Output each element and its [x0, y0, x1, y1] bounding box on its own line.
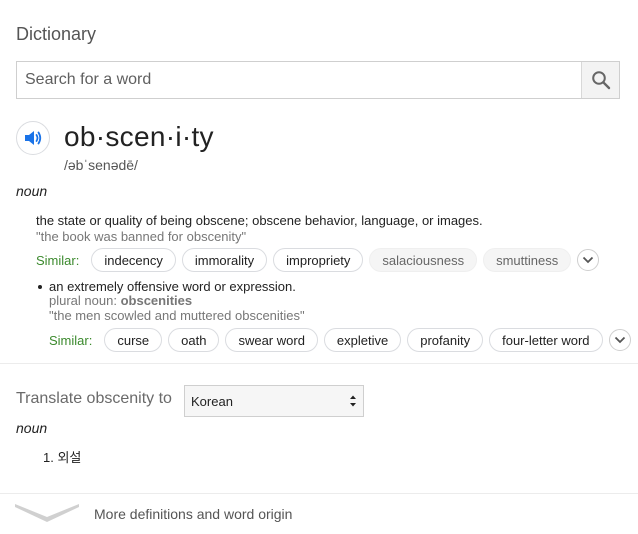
- speaker-icon: [25, 131, 42, 145]
- expand-similar-button[interactable]: [608, 329, 631, 351]
- phonetic-spelling: /əbˈsenədē/: [64, 157, 138, 173]
- part-of-speech: noun: [16, 183, 48, 199]
- search-button[interactable]: [581, 62, 619, 98]
- translation-part-of-speech: noun: [16, 420, 48, 436]
- definition-2: an extremely offensive word or expressio…: [49, 279, 296, 294]
- similar-label: Similar:: [36, 252, 80, 268]
- similar-chip[interactable]: expletive: [323, 328, 402, 352]
- example-1: "the book was banned for obscenity": [36, 229, 247, 244]
- more-definitions-link[interactable]: More definitions and word origin: [94, 506, 292, 522]
- search-icon: [591, 71, 610, 90]
- expand-similar-button[interactable]: [577, 249, 600, 271]
- similar-chip[interactable]: impropriety: [273, 248, 364, 272]
- plural-value: obscenities: [120, 293, 193, 308]
- dictionary-title: Dictionary: [16, 24, 97, 44]
- section-divider: [0, 363, 638, 364]
- similar-chip[interactable]: profanity: [407, 328, 484, 352]
- similar-chip[interactable]: immorality: [181, 248, 268, 272]
- language-select-value: Korean: [191, 393, 233, 409]
- similar-chip[interactable]: four-letter word: [489, 328, 603, 352]
- definition-1: the state or quality of being obscene; o…: [36, 213, 483, 228]
- list-bullet: [38, 285, 42, 289]
- similar-chip[interactable]: indecency: [91, 248, 176, 272]
- similar-row-2: Similar: curse oath swear word expletive…: [49, 328, 631, 352]
- expand-chevron-icon[interactable]: [14, 503, 80, 525]
- translate-label: Translate obscenity to: [16, 390, 172, 407]
- language-select[interactable]: Korean: [184, 385, 364, 417]
- similar-chip[interactable]: salaciousness: [369, 248, 478, 272]
- plural-label: plural noun:: [49, 293, 117, 308]
- similar-chip[interactable]: curse: [104, 328, 163, 352]
- similar-chip[interactable]: oath: [168, 328, 220, 352]
- select-arrows-icon: [350, 395, 356, 407]
- search-input[interactable]: [17, 62, 581, 98]
- pronunciation-audio-button[interactable]: [16, 121, 50, 155]
- translation-item: 1. 외설: [43, 450, 82, 465]
- search-box: [16, 61, 620, 99]
- plural-note: plural noun: obscenities: [49, 293, 192, 308]
- similar-label: Similar:: [49, 332, 93, 348]
- similar-chip[interactable]: swear word: [225, 328, 318, 352]
- example-2: "the men scowled and muttered obscenitie…: [49, 308, 305, 323]
- headword: ob·scen·i·ty: [64, 121, 214, 152]
- similar-chip[interactable]: smuttiness: [483, 248, 572, 272]
- chevron-down-icon: [583, 256, 594, 264]
- similar-row-1: Similar: indecency immorality impropriet…: [36, 248, 600, 272]
- footer-divider: [0, 493, 638, 494]
- chevron-down-icon: [614, 336, 625, 344]
- dictionary-card: Dictionary ob·scen·i·ty /əbˈsenədē/ noun…: [0, 0, 638, 534]
